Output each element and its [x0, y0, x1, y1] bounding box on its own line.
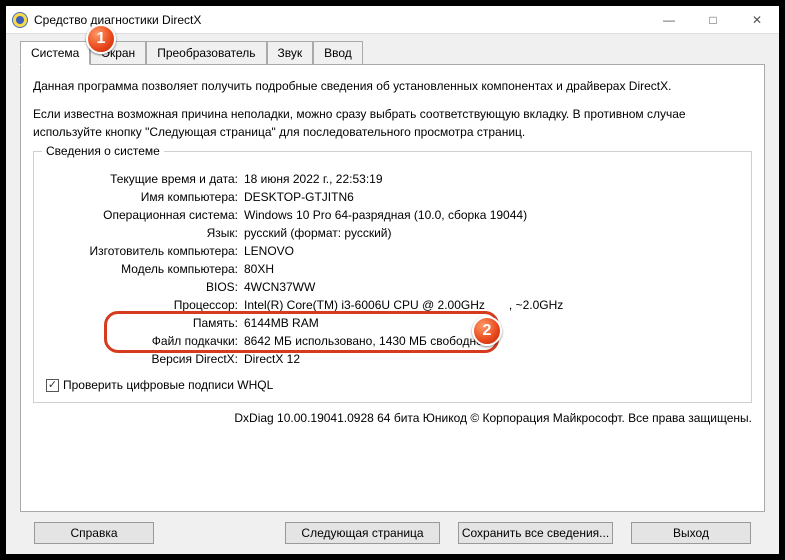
annotation-marker-2: 2: [472, 316, 502, 346]
row-model: Модель компьютера:80XH: [46, 260, 739, 278]
row-cpu: Процессор:Intel(R) Core(TM) i3-6006U CPU…: [46, 296, 739, 314]
tab-input[interactable]: Ввод: [313, 41, 363, 65]
save-all-button[interactable]: Сохранить все сведения...: [458, 522, 613, 544]
row-os: Операционная система:Windows 10 Pro 64-р…: [46, 206, 739, 224]
whql-label: Проверить цифровые подписи WHQL: [63, 378, 273, 392]
row-bios: BIOS:4WCN37WW: [46, 278, 739, 296]
help-button[interactable]: Справка: [34, 522, 154, 544]
row-manufacturer: Изготовитель компьютера:LENOVO: [46, 242, 739, 260]
row-pagefile: Файл подкачки:8642 МБ использовано, 1430…: [46, 332, 739, 350]
dxdiag-window: Средство диагностики DirectX — □ ✕ Систе…: [6, 6, 779, 554]
row-datetime: Текущие время и дата:18 июня 2022 г., 22…: [46, 170, 739, 188]
whql-row: ✓ Проверить цифровые подписи WHQL: [46, 378, 739, 392]
intro-line-1: Данная программа позволяет получить подр…: [33, 77, 752, 95]
titlebar: Средство диагностики DirectX — □ ✕: [6, 6, 779, 34]
intro-line-2: Если известна возможная причина неполадк…: [33, 105, 752, 141]
content-area: Система Экран Преобразователь Звук Ввод …: [6, 34, 779, 554]
window-title: Средство диагностики DirectX: [34, 13, 647, 27]
next-page-button[interactable]: Следующая страница: [285, 522, 440, 544]
system-info-group: Сведения о системе Текущие время и дата:…: [33, 151, 752, 403]
dxdiag-version-text: DxDiag 10.00.19041.0928 64 бита Юникод ©…: [33, 411, 752, 425]
close-button[interactable]: ✕: [735, 6, 779, 34]
row-memory: Память:6144MB RAM: [46, 314, 739, 332]
tab-system[interactable]: Система: [20, 41, 90, 65]
dxdiag-icon: [12, 12, 28, 28]
tab-panel-system: Данная программа позволяет получить подр…: [20, 64, 765, 512]
button-bar: Справка Следующая страница Сохранить все…: [20, 512, 765, 544]
whql-checkbox[interactable]: ✓: [46, 379, 59, 392]
annotation-marker-1: 1: [86, 24, 116, 54]
tab-sound[interactable]: Звук: [267, 41, 314, 65]
exit-button[interactable]: Выход: [631, 522, 751, 544]
row-pcname: Имя компьютера:DESKTOP-GTJITN6: [46, 188, 739, 206]
minimize-button[interactable]: —: [647, 6, 691, 34]
maximize-button[interactable]: □: [691, 6, 735, 34]
row-directx: Версия DirectX:DirectX 12: [46, 350, 739, 368]
intro-text: Данная программа позволяет получить подр…: [33, 77, 752, 141]
tab-strip: Система Экран Преобразователь Звук Ввод: [20, 40, 765, 64]
tab-converter[interactable]: Преобразователь: [146, 41, 266, 65]
group-legend: Сведения о системе: [42, 144, 164, 158]
row-lang: Язык:русский (формат: русский): [46, 224, 739, 242]
